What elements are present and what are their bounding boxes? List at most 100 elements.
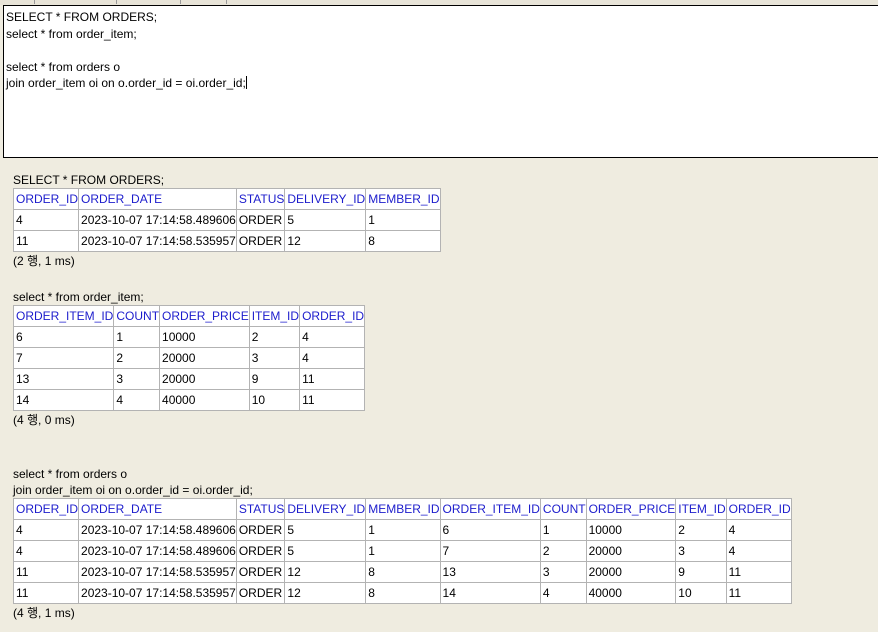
table-cell[interactable]: 2: [539, 540, 587, 562]
table-cell[interactable]: ORDER: [235, 540, 286, 562]
column-header[interactable]: ORDER_ITEM_ID: [439, 498, 541, 520]
table-cell[interactable]: 11: [12, 582, 80, 604]
table-cell[interactable]: 3: [675, 540, 727, 562]
table-cell[interactable]: 4: [299, 326, 366, 348]
table-cell[interactable]: 14: [12, 389, 115, 411]
table-cell[interactable]: 12: [284, 582, 367, 604]
column-header[interactable]: COUNT: [539, 498, 587, 520]
table-cell[interactable]: 1: [365, 540, 441, 562]
table-cell[interactable]: 14: [439, 582, 541, 604]
table-cell[interactable]: 6: [439, 519, 541, 541]
table-row[interactable]: 13 3 20000 9 11: [12, 368, 366, 390]
table-cell[interactable]: 7: [439, 540, 541, 562]
table-row[interactable]: 4 2023-10-07 17:14:58.489606 ORDER 5 1: [12, 209, 441, 231]
column-header[interactable]: DELIVERY_ID: [284, 498, 367, 520]
table-cell[interactable]: 2: [113, 347, 161, 369]
table-cell[interactable]: ORDER: [235, 230, 286, 252]
column-header[interactable]: ORDER_ID: [12, 498, 80, 520]
table-cell[interactable]: 9: [248, 368, 301, 390]
toolbar-tab-stub[interactable]: [36, 0, 117, 4]
table-cell[interactable]: 11: [725, 561, 792, 583]
sql-editor[interactable]: SELECT * FROM ORDERS; select * from orde…: [3, 5, 878, 158]
table-cell[interactable]: ORDER: [235, 209, 286, 231]
table-cell[interactable]: 11: [12, 561, 80, 583]
table-cell[interactable]: 4: [725, 519, 792, 541]
column-header[interactable]: ORDER_ID: [299, 305, 366, 327]
table-cell[interactable]: 2023-10-07 17:14:58.535957: [78, 561, 237, 583]
table-cell[interactable]: 1: [539, 519, 587, 541]
table-cell[interactable]: 10000: [159, 326, 250, 348]
table-cell[interactable]: 12: [284, 230, 367, 252]
column-header[interactable]: ORDER_ID: [12, 188, 80, 210]
table-cell[interactable]: 12: [284, 561, 367, 583]
table-cell[interactable]: 2023-10-07 17:14:58.489606: [78, 519, 237, 541]
column-header[interactable]: ITEM_ID: [248, 305, 301, 327]
table-cell[interactable]: 11: [725, 582, 792, 604]
table-cell[interactable]: 10: [248, 389, 301, 411]
table-cell[interactable]: 4: [539, 582, 587, 604]
table-cell[interactable]: 8: [365, 230, 441, 252]
table-cell[interactable]: 20000: [585, 540, 677, 562]
table-cell[interactable]: 4: [113, 389, 161, 411]
table-cell[interactable]: 9: [675, 561, 727, 583]
table-cell[interactable]: 11: [12, 230, 80, 252]
table-cell[interactable]: 2023-10-07 17:14:58.489606: [78, 540, 237, 562]
table-cell[interactable]: 13: [12, 368, 115, 390]
column-header[interactable]: ORDER_DATE: [78, 498, 237, 520]
table-cell[interactable]: 8: [365, 582, 441, 604]
table-cell[interactable]: 20000: [585, 561, 677, 583]
table-cell[interactable]: 2: [675, 519, 727, 541]
table-cell[interactable]: 11: [299, 389, 366, 411]
column-header[interactable]: STATUS: [235, 188, 286, 210]
toolbar-tab-stub[interactable]: [0, 0, 35, 4]
column-header[interactable]: ORDER_ITEM_ID: [12, 305, 115, 327]
table-cell[interactable]: 2023-10-07 17:14:58.535957: [78, 230, 237, 252]
table-cell[interactable]: 10: [675, 582, 727, 604]
table-cell[interactable]: 5: [284, 519, 367, 541]
table-cell[interactable]: 11: [299, 368, 366, 390]
table-cell[interactable]: 3: [113, 368, 161, 390]
table-cell[interactable]: 4: [299, 347, 366, 369]
toolbar-tab-stub[interactable]: [118, 0, 181, 4]
table-cell[interactable]: 3: [248, 347, 301, 369]
toolbar-tab-stub[interactable]: [182, 0, 227, 4]
table-cell[interactable]: 5: [284, 540, 367, 562]
table-row[interactable]: 4 2023-10-07 17:14:58.489606 ORDER 5 1 7 2 2000…: [12, 540, 792, 562]
table-cell[interactable]: 2023-10-07 17:14:58.535957: [78, 582, 237, 604]
table-row[interactable]: 11 2023-10-07 17:14:58.535957 ORDER 12 8 13 3 2…: [12, 561, 792, 583]
table-row[interactable]: 6 1 10000 2 4: [12, 326, 366, 348]
column-header[interactable]: MEMBER_ID: [365, 188, 441, 210]
column-header[interactable]: ORDER_DATE: [78, 188, 237, 210]
table-cell[interactable]: 4: [725, 540, 792, 562]
table-cell[interactable]: 1: [365, 519, 441, 541]
table-row[interactable]: 4 2023-10-07 17:14:58.489606 ORDER 5 1 6 1 1000…: [12, 519, 792, 541]
table-cell[interactable]: 5: [284, 209, 367, 231]
column-header[interactable]: ORDER_ID: [725, 498, 792, 520]
table-row[interactable]: 11 2023-10-07 17:14:58.535957 ORDER 12 8: [12, 230, 441, 252]
table-cell[interactable]: 10000: [585, 519, 677, 541]
table-cell[interactable]: ORDER: [235, 561, 286, 583]
table-cell[interactable]: 7: [12, 347, 115, 369]
column-header[interactable]: COUNT: [113, 305, 161, 327]
column-header[interactable]: DELIVERY_ID: [284, 188, 367, 210]
table-cell[interactable]: 4: [12, 209, 80, 231]
column-header[interactable]: STATUS: [235, 498, 286, 520]
table-cell[interactable]: 40000: [585, 582, 677, 604]
column-header[interactable]: MEMBER_ID: [365, 498, 441, 520]
table-cell[interactable]: 8: [365, 561, 441, 583]
table-row[interactable]: 11 2023-10-07 17:14:58.535957 ORDER 12 8 14 4 4…: [12, 582, 792, 604]
table-cell[interactable]: 20000: [159, 368, 250, 390]
table-row[interactable]: 7 2 20000 3 4: [12, 347, 366, 369]
table-cell[interactable]: 13: [439, 561, 541, 583]
table-cell[interactable]: ORDER: [235, 582, 286, 604]
column-header[interactable]: ORDER_PRICE: [585, 498, 677, 520]
column-header[interactable]: ORDER_PRICE: [159, 305, 250, 327]
table-cell[interactable]: 40000: [159, 389, 250, 411]
table-cell[interactable]: 20000: [159, 347, 250, 369]
table-cell[interactable]: 1: [113, 326, 161, 348]
table-row[interactable]: 14 4 40000 10 11: [12, 389, 366, 411]
table-cell[interactable]: 4: [12, 540, 80, 562]
table-cell[interactable]: 1: [365, 209, 441, 231]
table-cell[interactable]: 3: [539, 561, 587, 583]
column-header[interactable]: ITEM_ID: [675, 498, 727, 520]
